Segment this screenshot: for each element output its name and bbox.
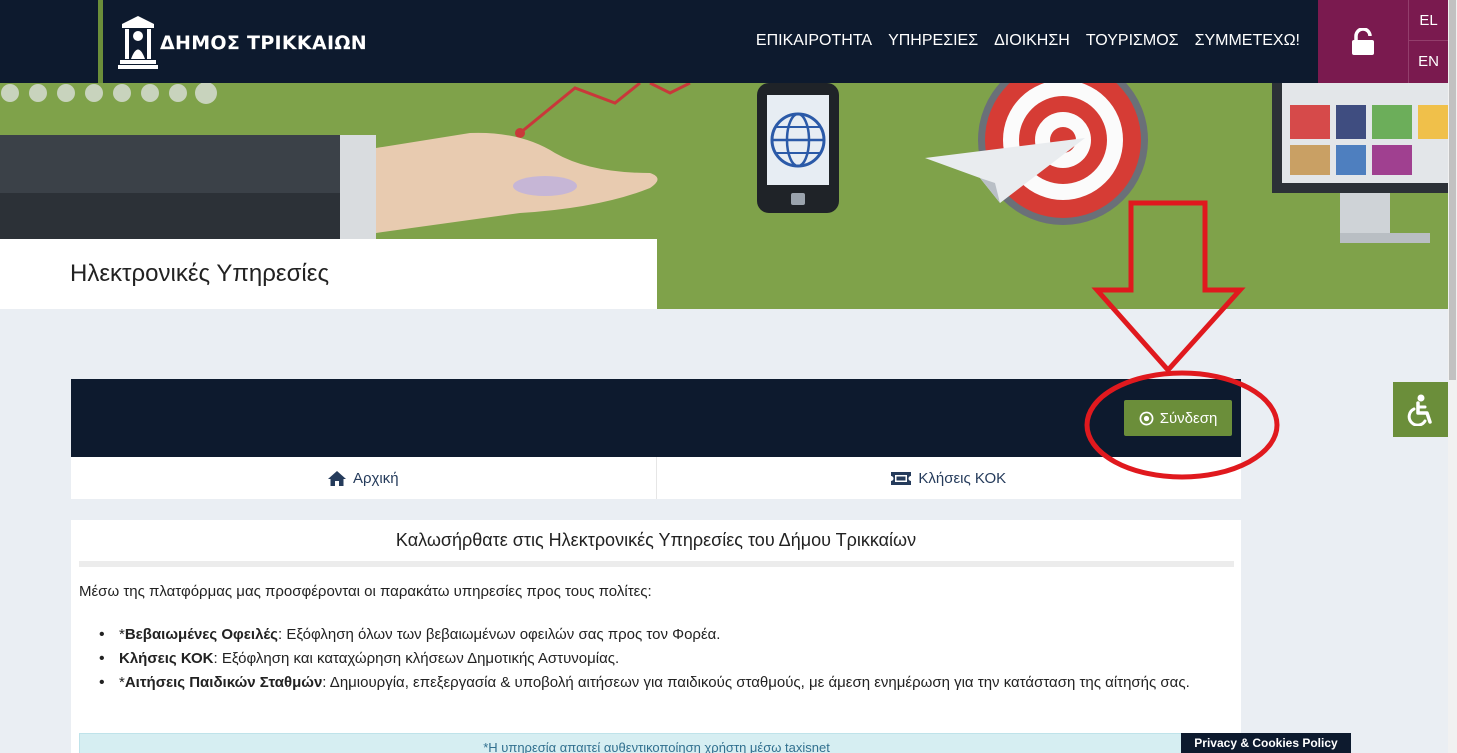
welcome-content: Καλωσήρθατε στις Ηλεκτρονικές Υπηρεσίες … (71, 520, 1241, 753)
tab-traffic-fines[interactable]: Κλήσεις ΚΟΚ (655, 457, 1242, 499)
ticket-icon (891, 471, 912, 485)
list-item: *Βεβαιωμένες Οφειλές: Εξόφληση όλων των … (99, 623, 1199, 647)
lang-en[interactable]: EN (1409, 41, 1448, 82)
site-header: ΔΗΜΟΣ ΤΡΙΚΚΑΙΩΝ ΕΠΙΚΑΙΡΟΤΗΤΑ ΥΠΗΡΕΣΙΕΣ Δ… (0, 0, 1448, 83)
cookie-policy-button[interactable]: Privacy & Cookies Policy (1181, 733, 1351, 753)
hero-title-box: Ηλεκτρονικές Υπηρεσίες (0, 239, 657, 309)
login-button-label: Σύνδεση (1159, 409, 1218, 427)
scrollbar-thumb[interactable] (1449, 0, 1456, 380)
services-list: *Βεβαιωμένες Οφειλές: Εξόφληση όλων των … (99, 623, 1199, 695)
intro-text: Μέσω της πλατφόρμας μας προσφέρονται οι … (79, 583, 652, 600)
login-button[interactable]: Σύνδεση (1124, 400, 1232, 436)
accessibility-button[interactable] (1393, 382, 1448, 437)
list-item: Κλήσεις ΚΟΚ: Εξόφληση και καταχώρηση κλή… (99, 647, 1199, 671)
logo-temple-icon[interactable] (118, 14, 158, 70)
taxisnet-notice: *Η υπηρεσία απαιτεί αυθεντικοποίηση χρήσ… (79, 733, 1234, 753)
page-scrollbar[interactable] (1448, 0, 1457, 753)
welcome-heading: Καλωσήρθατε στις Ηλεκτρονικές Υπηρεσίες … (395, 530, 917, 550)
nav-item-tourism[interactable]: ΤΟΥΡΙΣΜΟΣ (1086, 32, 1179, 50)
heading-divider (79, 561, 1234, 567)
lang-el[interactable]: EL (1409, 0, 1448, 41)
login-lock-button[interactable] (1318, 0, 1408, 83)
tab-home-label: Αρχική (352, 469, 399, 487)
nav-item-services[interactable]: ΥΠΗΡΕΣΙΕΣ (888, 32, 978, 50)
dot-circle-icon (1139, 411, 1154, 425)
services-tabs: Αρχική Κλήσεις ΚΟΚ (71, 457, 1241, 499)
main-nav: ΕΠΙΚΑΙΡΟΤΗΤΑ ΥΠΗΡΕΣΙΕΣ ΔΙΟΙΚΗΣΗ ΤΟΥΡΙΣΜΟ… (756, 32, 1300, 50)
list-item: *Αιτήσεις Παιδικών Σταθμών: Δημιουργία, … (99, 671, 1199, 695)
nav-item-participate[interactable]: ΣΥΜΜΕΤΕΧΩ! (1195, 32, 1300, 50)
logo-text[interactable]: ΔΗΜΟΣ ΤΡΙΚΚΑΙΩΝ (160, 32, 367, 54)
tab-traffic-fines-label: Κλήσεις ΚΟΚ (918, 469, 1007, 487)
wheelchair-icon (1407, 394, 1432, 426)
language-switcher: EL EN (1408, 0, 1448, 83)
unlock-icon (1352, 27, 1374, 55)
nav-item-news[interactable]: ΕΠΙΚΑΙΡΟΤΗΤΑ (756, 32, 872, 50)
nav-item-administration[interactable]: ΔΙΟΙΚΗΣΗ (994, 32, 1070, 50)
header-accent-bar (98, 0, 103, 83)
page-title: Ηλεκτρονικές Υπηρεσίες (70, 260, 330, 287)
tab-home[interactable]: Αρχική (71, 457, 656, 499)
home-icon (327, 470, 346, 486)
services-panel-header (71, 379, 1241, 457)
